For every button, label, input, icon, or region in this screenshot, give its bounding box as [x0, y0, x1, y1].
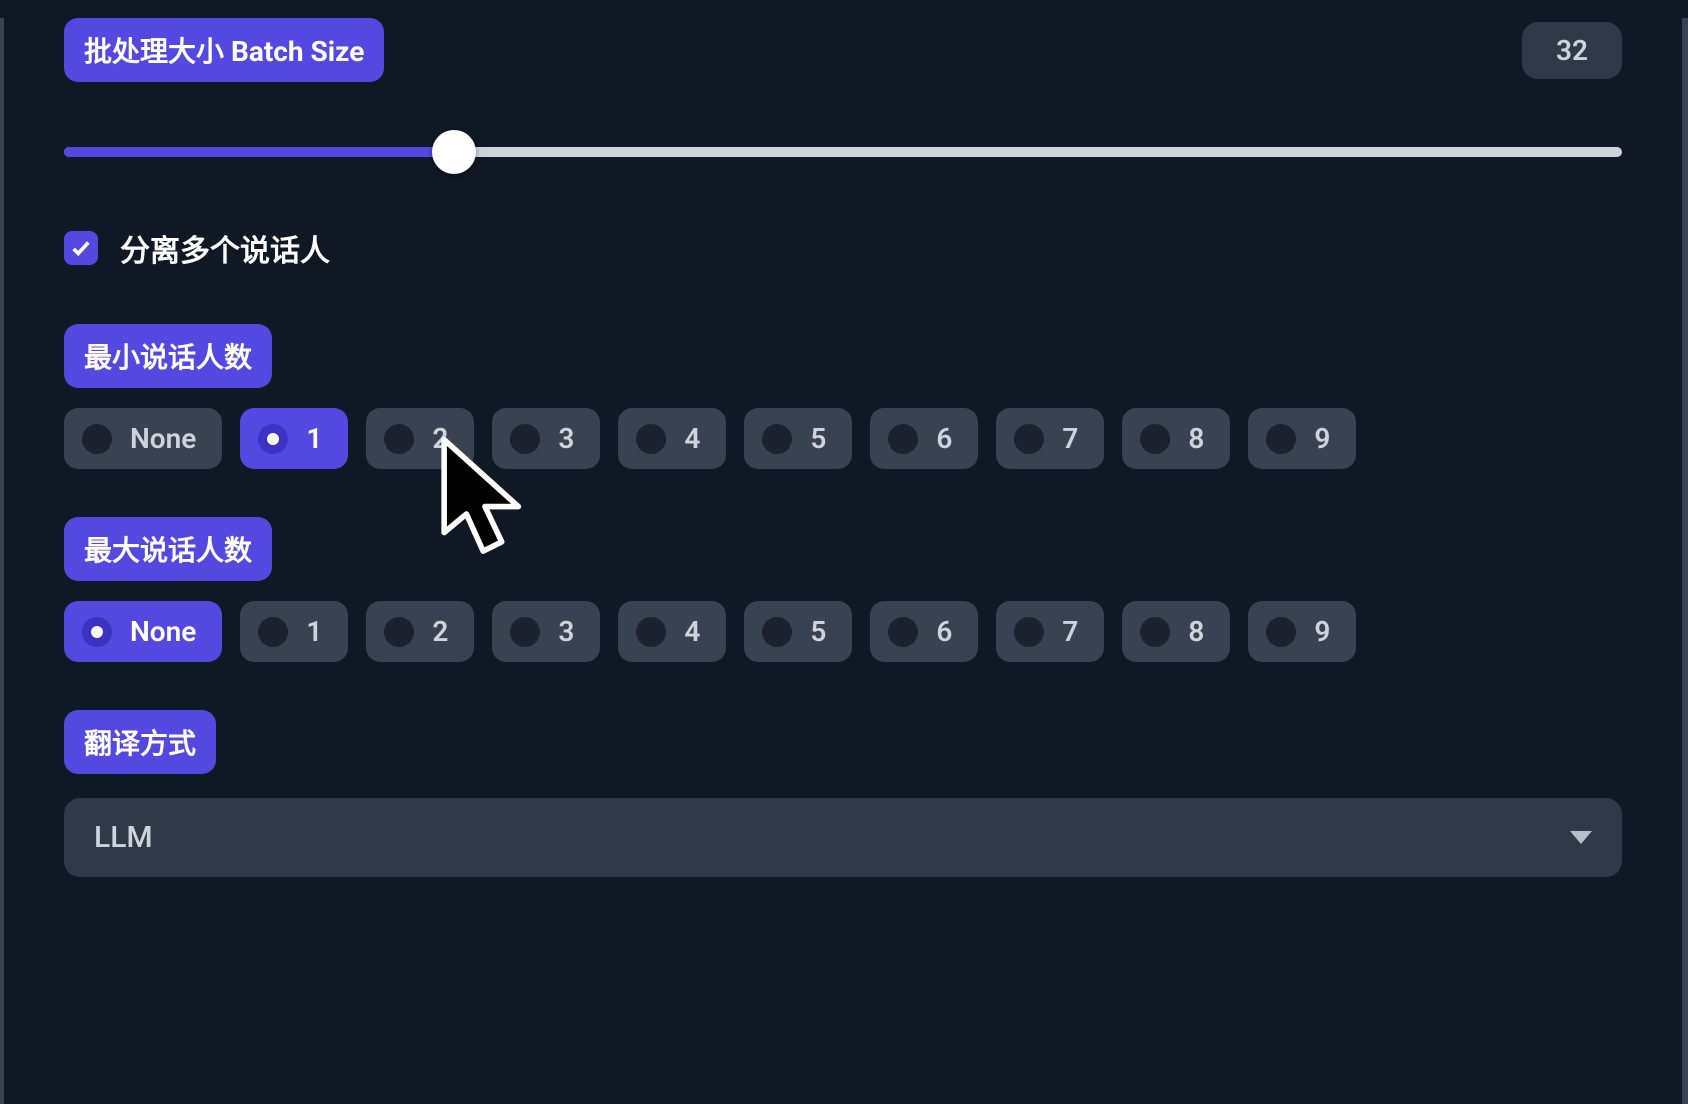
radio-dot-icon [258, 617, 288, 647]
diarize-checkbox[interactable] [64, 231, 98, 265]
radio-option-label: 6 [936, 422, 952, 455]
min-speakers-option-3[interactable]: 3 [492, 408, 600, 469]
min-speakers-option-9[interactable]: 9 [1248, 408, 1356, 469]
max-speakers-option-1[interactable]: 1 [240, 601, 348, 662]
radio-option-label: 2 [432, 615, 448, 648]
radio-dot-icon [888, 617, 918, 647]
min-speakers-option-4[interactable]: 4 [618, 408, 726, 469]
radio-dot-icon [82, 424, 112, 454]
min-speakers-option-6[interactable]: 6 [870, 408, 978, 469]
translate-method-selected: LLM [94, 820, 153, 855]
radio-option-label: 1 [306, 422, 322, 455]
radio-dot-icon [510, 424, 540, 454]
radio-dot-icon [384, 617, 414, 647]
max-speakers-option-none[interactable]: None [64, 601, 222, 662]
max-speakers-option-5[interactable]: 5 [744, 601, 852, 662]
radio-dot-icon [762, 617, 792, 647]
diarize-checkbox-label: 分离多个说话人 [120, 226, 330, 270]
translate-method-label: 翻译方式 [64, 710, 216, 774]
translate-method-select[interactable]: LLM [64, 798, 1622, 877]
radio-dot-icon [1014, 617, 1044, 647]
radio-dot-icon [636, 617, 666, 647]
radio-option-label: 5 [810, 615, 826, 648]
radio-option-label: 3 [558, 615, 574, 648]
max-speakers-label: 最大说话人数 [64, 517, 272, 581]
max-speakers-option-2[interactable]: 2 [366, 601, 474, 662]
min-speakers-option-5[interactable]: 5 [744, 408, 852, 469]
max-speakers-option-6[interactable]: 6 [870, 601, 978, 662]
radio-dot-icon [1014, 424, 1044, 454]
min-speakers-option-2[interactable]: 2 [366, 408, 474, 469]
radio-option-label: 2 [432, 422, 448, 455]
check-icon [70, 237, 92, 259]
min-speakers-option-none[interactable]: None [64, 408, 222, 469]
min-speakers-option-8[interactable]: 8 [1122, 408, 1230, 469]
radio-dot-icon [762, 424, 792, 454]
min-speakers-option-1[interactable]: 1 [240, 408, 348, 469]
radio-option-label: 5 [810, 422, 826, 455]
radio-option-label: 4 [684, 615, 700, 648]
batch-size-label: 批处理大小 Batch Size [64, 18, 384, 82]
radio-option-label: 7 [1062, 422, 1078, 455]
radio-option-label: 3 [558, 422, 574, 455]
radio-option-label: 1 [306, 615, 322, 648]
min-speakers-label: 最小说话人数 [64, 324, 272, 388]
radio-dot-icon [82, 617, 112, 647]
min-speakers-radio-group: None 1 2 3 4 5 6 7 8 9 [64, 408, 1622, 469]
radio-dot-icon [258, 424, 288, 454]
radio-option-label: 9 [1314, 422, 1330, 455]
radio-option-label: 4 [684, 422, 700, 455]
batch-size-slider[interactable] [64, 130, 1622, 174]
radio-dot-icon [1140, 617, 1170, 647]
radio-option-label: 9 [1314, 615, 1330, 648]
radio-option-label: 8 [1188, 615, 1204, 648]
radio-dot-icon [1140, 424, 1170, 454]
max-speakers-radio-group: None 1 2 3 4 5 6 7 8 9 [64, 601, 1622, 662]
radio-option-label: 7 [1062, 615, 1078, 648]
max-speakers-option-9[interactable]: 9 [1248, 601, 1356, 662]
radio-dot-icon [1266, 424, 1296, 454]
batch-size-value: 32 [1522, 22, 1622, 79]
radio-dot-icon [1266, 617, 1296, 647]
radio-option-label: 8 [1188, 422, 1204, 455]
slider-fill [64, 147, 454, 157]
chevron-down-icon [1570, 831, 1592, 844]
radio-dot-icon [510, 617, 540, 647]
radio-option-label: 6 [936, 615, 952, 648]
radio-option-label: None [130, 615, 196, 648]
min-speakers-option-7[interactable]: 7 [996, 408, 1104, 469]
radio-dot-icon [888, 424, 918, 454]
max-speakers-option-8[interactable]: 8 [1122, 601, 1230, 662]
radio-dot-icon [636, 424, 666, 454]
slider-thumb[interactable] [432, 130, 476, 174]
max-speakers-option-4[interactable]: 4 [618, 601, 726, 662]
max-speakers-option-3[interactable]: 3 [492, 601, 600, 662]
radio-option-label: None [130, 422, 196, 455]
radio-dot-icon [384, 424, 414, 454]
max-speakers-option-7[interactable]: 7 [996, 601, 1104, 662]
